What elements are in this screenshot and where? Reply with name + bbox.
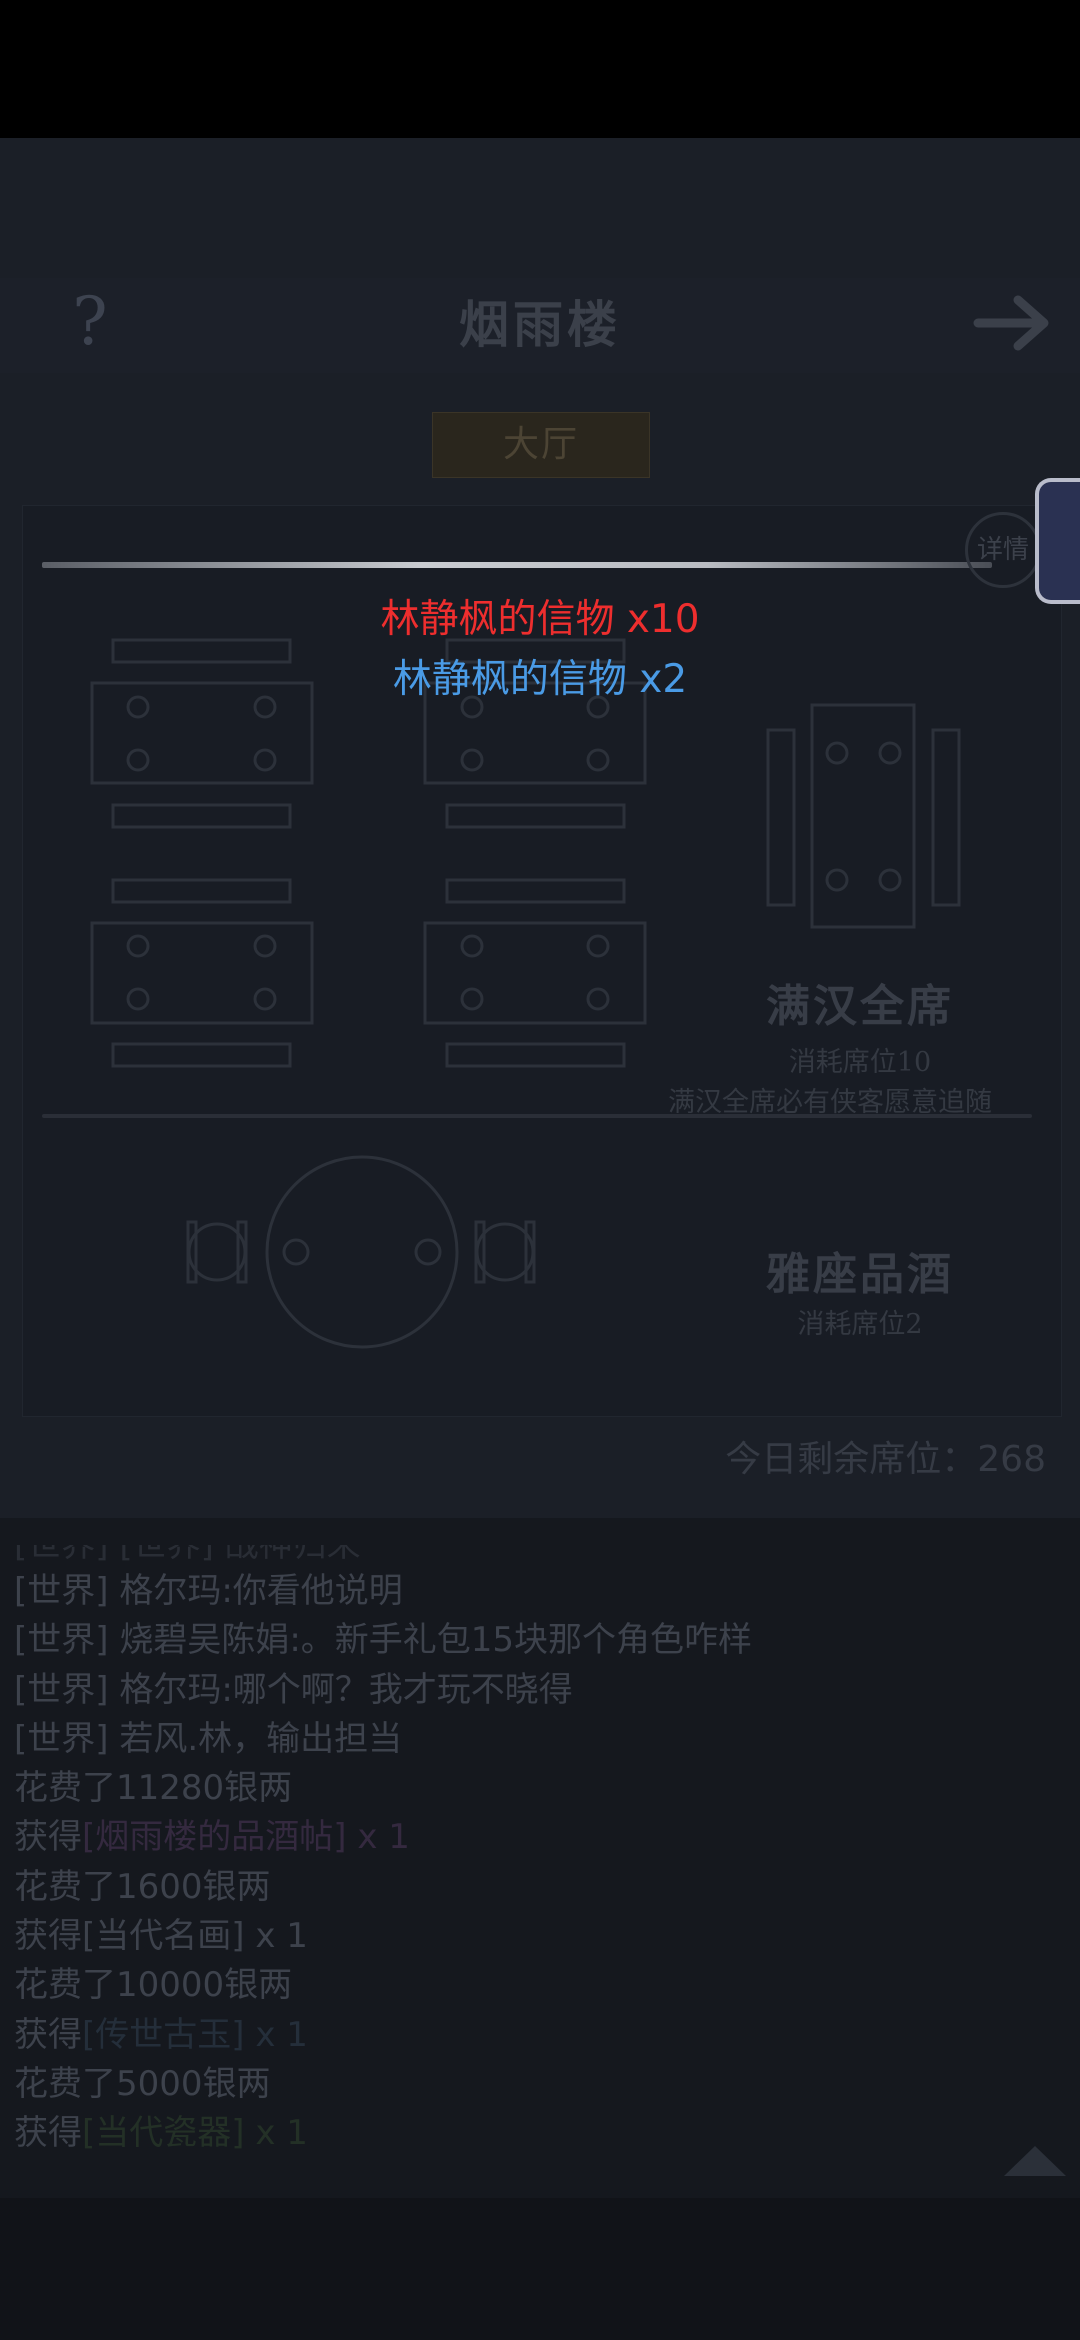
log-text: 获得 xyxy=(14,1817,82,1858)
chat-log[interactable]: [世界] [世界] 战神归来 [世界] 格尔玛:你看他说明 [世界] 烧碧吴陈娟… xyxy=(14,1545,1064,2159)
log-line: 获得[当代瓷器] x 1 xyxy=(14,2109,1064,2158)
option-wine-cost: 消耗席位2 xyxy=(797,1309,923,1340)
log-line: [世界] 格尔玛:哪个啊？我才玩不晓得 xyxy=(14,1666,1064,1715)
log-channel: [世界] xyxy=(14,1669,120,1710)
log-item[interactable]: [当代瓷器] xyxy=(82,2113,245,2153)
log-item[interactable]: [当代名画] xyxy=(82,1916,245,1956)
log-line: 获得[当代名画] x 1 xyxy=(14,1912,1064,1961)
log-channel: [世界] xyxy=(14,1718,120,1759)
log-line: 获得[烟雨楼的品酒帖] x 1 xyxy=(14,1813,1064,1862)
option-banquet-title[interactable]: 满汉全席 xyxy=(700,970,1020,1034)
bottom-bar xyxy=(0,2198,1080,2340)
log-item-count: x 1 xyxy=(346,1817,410,1858)
log-text: 获得 xyxy=(14,2014,82,2055)
option-banquet-desc: 满汉全席必有侠客愿意追随 xyxy=(668,1087,992,1118)
table-group[interactable] xyxy=(423,878,647,1068)
reward-text: 林静枫的信物 x2 xyxy=(392,657,688,702)
log-line: 获得[传世古玉] x 1 xyxy=(14,2011,1064,2060)
log-item-count: x 1 xyxy=(244,2014,308,2055)
log-item[interactable]: [烟雨楼的品酒帖] xyxy=(82,1817,347,1857)
option-banquet-cost: 消耗席位10 xyxy=(788,1047,932,1078)
log-line: [世界] 烧碧吴陈娟:。新手礼包15块那个角色咋样 xyxy=(14,1616,1064,1665)
remaining-seats: 今日剩余席位：268 xyxy=(725,1439,1046,1480)
scroll-up-icon[interactable] xyxy=(1000,2140,1070,2180)
log-text: 烧碧吴陈娟:。新手礼包15块那个角色咋样 xyxy=(119,1620,753,1661)
reward-text: 林静枫的信物 x10 xyxy=(380,597,700,642)
table-group[interactable] xyxy=(90,878,314,1068)
log-line: [世界] 格尔玛:你看他说明 xyxy=(14,1567,1064,1616)
log-channel: [世界] xyxy=(14,1571,120,1611)
log-item[interactable]: [传世古玉] xyxy=(82,2015,245,2055)
log-text: 获得 xyxy=(14,1916,82,1957)
log-channel: [世界] xyxy=(14,1620,120,1661)
log-line: 花费了5000银两 xyxy=(14,2063,271,2104)
log-line: 花费了10000银两 xyxy=(14,1965,293,2006)
log-line: [世界] [世界] 战神归来 xyxy=(14,1545,361,1565)
option-wine-title[interactable]: 雅座品酒 xyxy=(700,1238,1020,1302)
log-line: 花费了1600银两 xyxy=(14,1866,271,1907)
log-text: 格尔玛:哪个啊？我才玩不晓得 xyxy=(119,1669,573,1710)
log-line: 花费了11280银两 xyxy=(14,1768,293,1809)
log-line: [世界] 若风.林，输出担当 xyxy=(14,1715,1064,1764)
floor-plan xyxy=(90,638,961,1349)
log-item-count: x 1 xyxy=(244,1916,308,1957)
table-long[interactable] xyxy=(766,703,961,929)
log-text: 格尔玛:你看他说明 xyxy=(119,1571,403,1611)
log-item-count: x 1 xyxy=(244,2113,308,2154)
table-round[interactable] xyxy=(186,1155,536,1349)
log-text: 若风.林，输出担当 xyxy=(119,1718,403,1759)
log-text: 获得 xyxy=(14,2113,82,2154)
